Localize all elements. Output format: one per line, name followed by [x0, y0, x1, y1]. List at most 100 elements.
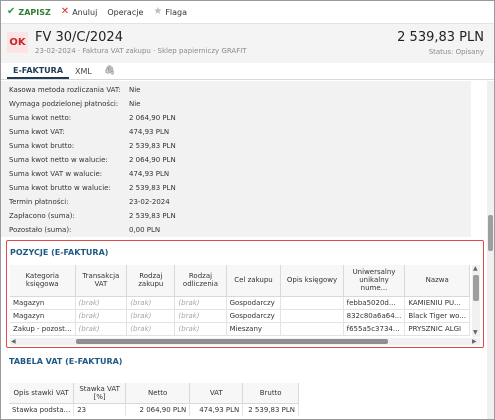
grid-vertical-scrollbar[interactable]: ▲ ▼: [472, 265, 480, 337]
table-cell[interactable]: (brak): [174, 296, 227, 310]
column-header[interactable]: Opis księgowy: [280, 265, 344, 297]
flag-label: Flaga: [165, 7, 188, 17]
field-label: Kasowa metoda rozliczania VAT:: [9, 86, 121, 94]
table-cell[interactable]: PRYSZNIC ALGI: [404, 322, 470, 336]
toolbar: ✔ ZAPISZ ✕ Anuluj Operacje ★ Flaga: [1, 1, 494, 23]
column-header[interactable]: Rodzaj odliczenia: [174, 265, 227, 297]
table-cell[interactable]: (brak): [126, 296, 176, 310]
field-label: Suma kwot VAT:: [9, 128, 65, 136]
field-row: Suma kwot VAT w walucie: 474,93 PLN: [1, 167, 471, 181]
tab-e-faktura[interactable]: E-FAKTURA: [7, 66, 70, 79]
scroll-down-arrow-icon[interactable]: ▼: [473, 329, 478, 336]
table-cell[interactable]: Magazyn: [10, 296, 76, 310]
table-cell[interactable]: Black Tiger wo...: [404, 309, 470, 323]
table-cell[interactable]: [280, 309, 344, 323]
field-value: Nie: [129, 100, 141, 108]
save-label: ZAPISZ: [18, 7, 51, 17]
field-row: Suma kwot netto w walucie: 2 064,90 PLN: [1, 153, 471, 167]
vat-table-title: TABELA VAT (E-FAKTURA): [9, 357, 123, 366]
table-cell[interactable]: (brak): [75, 296, 128, 310]
table-cell[interactable]: 832c80a6a64...: [343, 309, 406, 323]
column-header[interactable]: Opis stawki VAT: [9, 383, 75, 404]
table-cell[interactable]: KAMIENIU PU...: [404, 296, 470, 310]
table-cell[interactable]: (brak): [126, 309, 176, 323]
save-button[interactable]: ✔ ZAPISZ: [7, 7, 51, 17]
paperclip-icon: 🖇: [103, 66, 116, 76]
table-cell[interactable]: [280, 322, 344, 336]
pozycje-section: POZYCJE (E-FAKTURA) Kategoria księgowa T…: [6, 240, 484, 348]
content-vertical-scroll-thumb[interactable]: [488, 215, 493, 251]
tab-attachments[interactable]: 🖇: [98, 66, 121, 79]
table-cell[interactable]: f655a5c3734...: [343, 322, 406, 336]
field-label: Wymaga podzielonej płatności:: [9, 100, 119, 108]
pozycje-grid: Kategoria księgowa Transakcja VAT Rodzaj…: [10, 265, 470, 337]
operations-menu-button[interactable]: Operacje: [107, 8, 143, 17]
scroll-right-arrow-icon[interactable]: ▶: [472, 338, 477, 345]
vat-grid: Opis stawki VAT Stawka VAT [%] Netto VAT…: [9, 383, 299, 419]
pozycje-title: POZYCJE (E-FAKTURA): [10, 248, 109, 257]
column-header[interactable]: VAT: [189, 383, 244, 404]
table-cell[interactable]: (brak): [75, 309, 128, 323]
table-cell[interactable]: [280, 296, 344, 310]
close-icon: ✕: [60, 6, 70, 17]
table-cell[interactable]: Stawka podsta...: [9, 403, 75, 416]
table-row[interactable]: Magazyn (brak) (brak) (brak) Gospodarczy…: [10, 296, 470, 310]
table-cell[interactable]: 2 539,83 PLN: [242, 403, 299, 416]
grid-vertical-scroll-thumb[interactable]: [473, 275, 479, 301]
field-label: Suma kwot netto w walucie:: [9, 156, 108, 164]
table-cell[interactable]: (brak): [174, 309, 227, 323]
content-vertical-scrollbar[interactable]: [487, 81, 494, 419]
column-header[interactable]: Cel zakupu: [226, 265, 282, 297]
table-cell[interactable]: (brak): [174, 322, 227, 336]
column-header[interactable]: Uniwersalny unikalny nume...: [343, 265, 406, 297]
column-header[interactable]: Stawka VAT [%]: [73, 383, 127, 404]
cancel-button[interactable]: ✕ Anuluj: [61, 7, 98, 17]
check-icon: ✔: [7, 6, 16, 17]
table-row[interactable]: Magazyn (brak) (brak) (brak) Gospodarczy…: [10, 309, 470, 323]
document-type-badge: OK: [7, 32, 28, 53]
column-header[interactable]: Rodzaj zakupu: [126, 265, 176, 297]
column-header[interactable]: Brutto: [242, 383, 299, 404]
column-header[interactable]: Transakcja VAT: [75, 265, 128, 297]
field-label: Suma kwot brutto w walucie:: [9, 184, 111, 192]
table-cell[interactable]: Mieszany: [226, 322, 282, 336]
field-row: Wymaga podzielonej płatności: Nie: [1, 97, 471, 111]
field-value: 2 539,83 PLN: [129, 184, 176, 192]
column-header[interactable]: Nazwa: [404, 265, 470, 297]
field-row: Suma kwot VAT: 474,93 PLN: [1, 125, 471, 139]
table-cell[interactable]: febba5020d...: [343, 296, 406, 310]
table-row[interactable]: Zakup - pozost... (brak) (brak) (brak) M…: [10, 322, 470, 336]
field-row: Zapłacono (suma): 2 539,83 PLN: [1, 209, 471, 223]
document-title: FV 30/C/2024: [35, 30, 123, 45]
field-value: 2 539,83 PLN: [129, 212, 176, 220]
table-cell[interactable]: Gospodarczy: [226, 296, 282, 310]
vat-header-row: Opis stawki VAT Stawka VAT [%] Netto VAT…: [9, 383, 299, 404]
field-label: Zapłacono (suma):: [9, 212, 75, 220]
field-label: Suma kwot VAT w walucie:: [9, 170, 103, 178]
table-cell[interactable]: (brak): [126, 322, 176, 336]
table-cell[interactable]: (brak): [75, 322, 128, 336]
column-header[interactable]: Kategoria księgowa: [10, 265, 76, 297]
table-cell[interactable]: Zakup - pozost...: [10, 322, 76, 336]
table-cell[interactable]: 23: [73, 403, 127, 416]
document-amount: 2 539,83 PLN: [397, 30, 484, 45]
grid-horizontal-scroll-thumb[interactable]: [76, 339, 388, 344]
tab-xml[interactable]: XML: [69, 67, 98, 79]
table-row[interactable]: Stawka podsta... 23 2 064,90 PLN 474,93 …: [9, 403, 299, 416]
scroll-up-arrow-icon[interactable]: ▲: [473, 265, 478, 272]
grid-horizontal-scrollbar[interactable]: ◀ ▶: [10, 338, 480, 345]
field-label: Suma kwot brutto:: [9, 142, 75, 150]
table-cell[interactable]: Gospodarczy: [226, 309, 282, 323]
table-cell[interactable]: 474,93 PLN: [189, 403, 244, 416]
document-header: OK FV 30/C/2024 23-02-2024 · Faktura VAT…: [1, 23, 494, 63]
field-value: Nie: [129, 86, 141, 94]
flag-button[interactable]: ★ Flaga: [153, 7, 187, 17]
scroll-left-arrow-icon[interactable]: ◀: [11, 338, 16, 345]
column-header[interactable]: Netto: [125, 383, 191, 404]
table-cell[interactable]: 2 064,90 PLN: [125, 403, 191, 416]
field-value: 474,93 PLN: [129, 170, 170, 178]
field-row: Termin płatności: 23-02-2024: [1, 195, 471, 209]
tab-bar: E-FAKTURA XML 🖇: [1, 63, 494, 80]
table-cell[interactable]: Magazyn: [10, 309, 76, 323]
invoice-fields-panel: Kasowa metoda rozliczania VAT: Nie Wymag…: [1, 81, 471, 237]
